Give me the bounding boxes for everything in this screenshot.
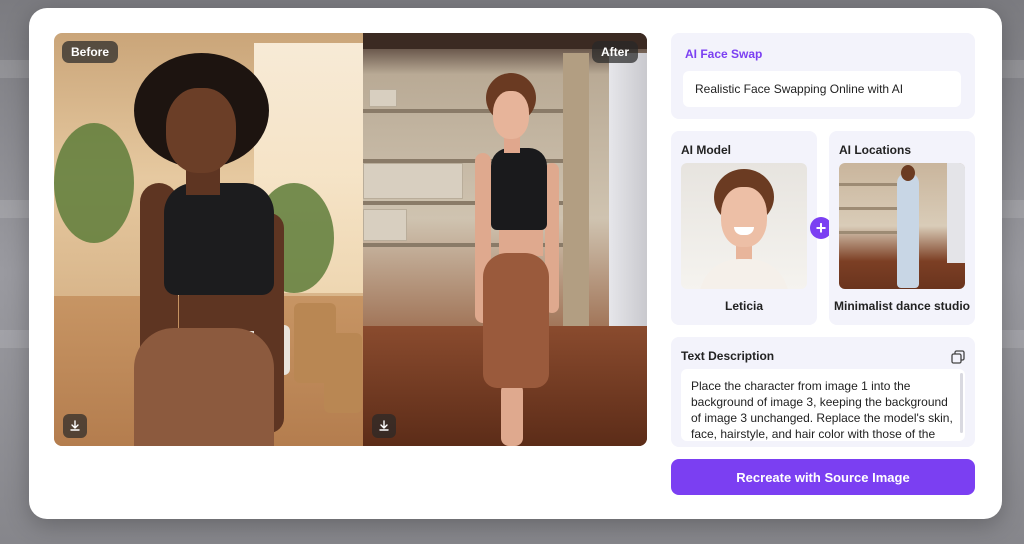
- model-top: [699, 259, 789, 289]
- ai-locations-card[interactable]: AI Locations Minimalist dance studio: [829, 131, 975, 325]
- location-name: Minimalist dance studio: [833, 299, 971, 313]
- ai-model-card[interactable]: AI Model Leticia: [671, 131, 817, 325]
- model-face: [721, 187, 767, 247]
- person-top: [491, 148, 547, 230]
- person-waist: [499, 228, 543, 256]
- shelf: [839, 231, 899, 234]
- wall-post: [563, 53, 589, 353]
- download-icon: [70, 420, 80, 431]
- after-image: [363, 33, 647, 446]
- before-image: [54, 33, 363, 446]
- copy-icon[interactable]: [951, 350, 965, 364]
- person-leg: [501, 383, 523, 446]
- person-face: [493, 91, 529, 139]
- before-after-comparison[interactable]: Before After: [54, 33, 647, 446]
- model-name: Leticia: [724, 299, 763, 313]
- person-top: [164, 183, 274, 295]
- ai-locations-title: AI Locations: [839, 143, 912, 157]
- description-scrollbar[interactable]: [960, 373, 963, 433]
- face-swap-description-field[interactable]: Realistic Face Swapping Online with AI: [683, 71, 961, 107]
- before-label: Before: [62, 41, 119, 63]
- after-label: After: [591, 41, 638, 63]
- download-after-button[interactable]: [372, 414, 396, 438]
- text-description-card: Text Description Place the character fro…: [671, 337, 975, 447]
- curtain: [609, 53, 647, 333]
- shelf: [839, 183, 899, 186]
- recreate-with-source-image-button[interactable]: Recreate with Source Image: [671, 459, 975, 495]
- shelf-box: [369, 89, 397, 107]
- face-swap-card: AI Face Swap Realistic Face Swapping Onl…: [671, 33, 975, 119]
- curtain: [947, 163, 965, 263]
- text-description-text: Place the character from image 1 into th…: [691, 379, 953, 441]
- location-person: [897, 173, 919, 288]
- location-person-head: [901, 165, 915, 181]
- plant: [54, 123, 134, 243]
- download-icon: [379, 420, 389, 431]
- shelf-box: [363, 163, 463, 199]
- text-description-field[interactable]: Place the character from image 1 into th…: [681, 369, 965, 441]
- person-waist: [179, 291, 259, 331]
- model-thumbnail[interactable]: [681, 163, 807, 289]
- face-swap-modal: Before After AI Face Swap Realistic Face…: [29, 8, 1002, 519]
- location-thumbnail[interactable]: [839, 163, 965, 289]
- wood-stump: [324, 333, 362, 413]
- text-description-title: Text Description: [681, 349, 775, 363]
- shelf-box: [363, 209, 407, 241]
- person-face: [166, 88, 236, 173]
- person-pants: [134, 328, 274, 446]
- shelf: [839, 207, 899, 210]
- person-pants: [483, 253, 549, 388]
- download-before-button[interactable]: [63, 414, 87, 438]
- ai-model-title: AI Model: [681, 143, 731, 157]
- face-swap-title: AI Face Swap: [685, 47, 763, 61]
